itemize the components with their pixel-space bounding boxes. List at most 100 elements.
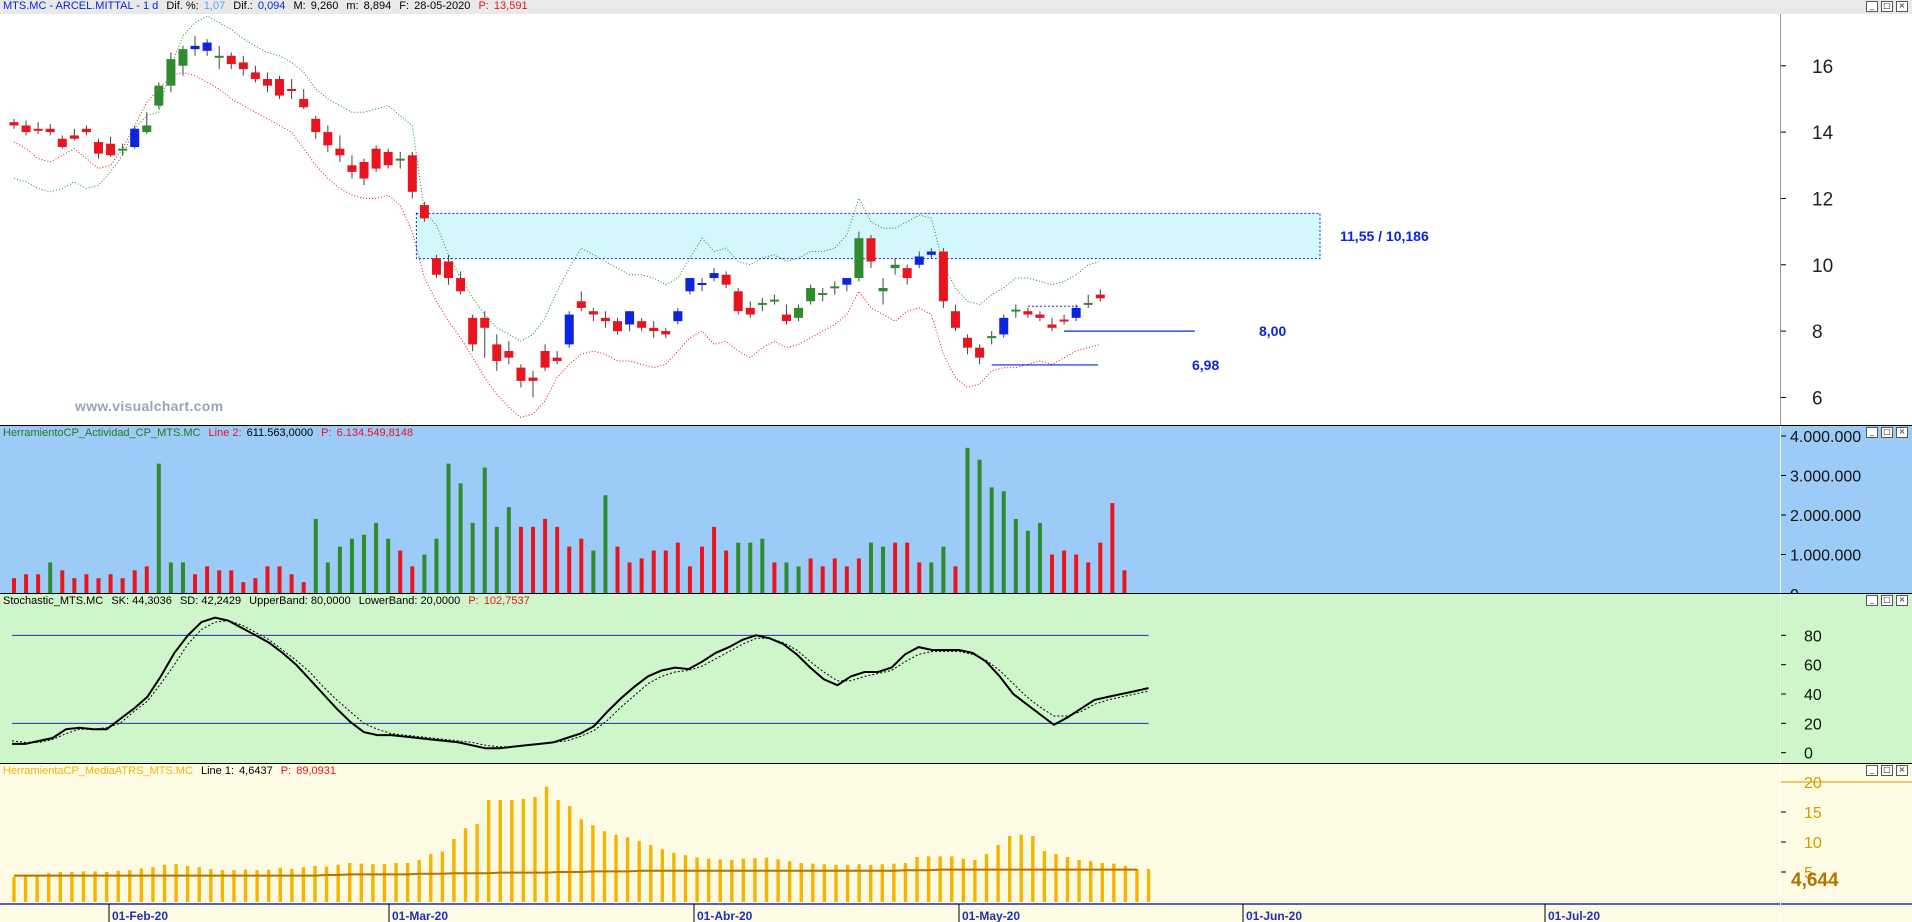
volume-bar xyxy=(1110,503,1115,593)
candle-body xyxy=(154,85,164,106)
candle xyxy=(1071,304,1081,322)
max-value: 9,260 xyxy=(310,0,339,12)
atr-average-line xyxy=(14,868,1137,877)
atr-bar xyxy=(359,863,364,902)
price-axis-label: 16 xyxy=(1812,57,1833,78)
atr-bar xyxy=(903,863,908,902)
volume-pane[interactable]: HerramientoCP_Actividad_CP_MTS.MC Line 2… xyxy=(0,426,1912,594)
atr-bar xyxy=(47,873,51,902)
candle-body xyxy=(697,283,707,286)
candle-body xyxy=(419,205,429,219)
candle-body xyxy=(130,128,140,148)
volume-bar xyxy=(844,566,849,593)
candle xyxy=(1095,289,1105,302)
candle xyxy=(250,65,260,83)
candle-body xyxy=(202,42,212,51)
price-pane[interactable]: MTS.MC - ARCEL.MITTAL - 1 d Dif. %: 1,07… xyxy=(0,0,1912,426)
atr-chart[interactable]: 51015204,64401-Feb-20 01-Mar-20 01-Abr-20 0… xyxy=(0,764,1912,922)
candle-body xyxy=(275,79,285,96)
candle-body xyxy=(625,311,635,325)
volume-bar xyxy=(989,487,994,593)
minimize-icon[interactable]: _ xyxy=(1866,1,1878,12)
candle xyxy=(45,123,55,136)
atr-bar xyxy=(660,849,665,902)
price-axis-separator xyxy=(1780,14,1781,425)
candle xyxy=(588,307,598,322)
volume-chart[interactable]: 4.000.000 3.000.000 2.000.000 1.000.000 0 xyxy=(0,426,1912,594)
atr-line-value: 4,6437 xyxy=(239,765,273,777)
candle-body xyxy=(118,148,128,151)
candle-body xyxy=(371,148,381,169)
candle xyxy=(480,311,490,358)
atr-bar xyxy=(521,798,526,902)
atr-bar xyxy=(243,869,248,902)
volume-bar xyxy=(808,558,813,593)
candle xyxy=(1035,311,1045,322)
candle-body xyxy=(673,311,683,322)
candle xyxy=(468,314,478,352)
atr-bar xyxy=(787,861,792,902)
volume-bar xyxy=(205,566,210,593)
candle-body xyxy=(552,357,562,361)
close-icon[interactable]: × xyxy=(1896,1,1908,12)
volume-bar xyxy=(615,546,620,593)
candle-body xyxy=(709,273,719,279)
restore-icon[interactable]: □ xyxy=(1881,1,1893,12)
candle xyxy=(262,72,272,93)
candle xyxy=(866,234,876,269)
volume-bar xyxy=(905,542,910,593)
price-chart[interactable]: 11,55 / 10,186 8,00 6,98 6 8 10 12 14 16 xyxy=(0,0,1912,426)
minimize-icon[interactable]: _ xyxy=(1866,595,1878,606)
volume-bar xyxy=(156,463,161,593)
candle-body xyxy=(685,278,695,292)
candle xyxy=(106,137,116,157)
atr-bar xyxy=(625,837,630,902)
candle-body xyxy=(1083,302,1093,305)
volume-window-controls: _ □ × xyxy=(1866,427,1908,438)
atr-axis-label: 15 xyxy=(1804,805,1822,822)
volume-bar xyxy=(893,542,898,593)
atr-last-value: 4,644 xyxy=(1791,870,1839,891)
candle-body xyxy=(1035,314,1045,318)
atr-bar xyxy=(486,800,491,902)
volume-bar xyxy=(784,562,789,593)
close-icon[interactable]: × xyxy=(1896,427,1908,438)
restore-icon[interactable]: □ xyxy=(1881,765,1893,776)
minimize-icon[interactable]: _ xyxy=(1866,765,1878,776)
close-icon[interactable]: × xyxy=(1896,765,1908,776)
atr-bar xyxy=(185,866,190,902)
volume-bar xyxy=(24,574,29,593)
restore-icon[interactable]: □ xyxy=(1881,427,1893,438)
stochastic-chart[interactable]: 0 20 40 60 80 xyxy=(0,594,1912,764)
atr-pane[interactable]: HerramientaCP_MediaATRS_MTS.MC Line 1: 4… xyxy=(0,764,1912,922)
atr-bar xyxy=(984,854,989,902)
candle-body xyxy=(359,161,369,179)
candle xyxy=(854,231,864,282)
atr-bar xyxy=(301,867,306,902)
stoch-pane[interactable]: Stochastic_MTS.MC SK: 44,3036 SD: 42,242… xyxy=(0,594,1912,764)
volume-bar xyxy=(36,574,41,593)
stoch-axis-label: 80 xyxy=(1804,628,1822,645)
minimize-icon[interactable]: _ xyxy=(1866,427,1878,438)
volume-bar xyxy=(748,542,753,593)
candle xyxy=(902,264,912,285)
candle xyxy=(938,248,948,308)
date-axis-label: 01-Abr-20 xyxy=(697,909,753,922)
candle xyxy=(709,268,719,282)
candle-body xyxy=(721,274,731,285)
candle xyxy=(238,55,248,76)
atr-bar xyxy=(267,869,271,902)
atr-bar xyxy=(649,845,653,902)
restore-icon[interactable]: □ xyxy=(1881,595,1893,606)
close-icon[interactable]: × xyxy=(1896,595,1908,606)
volume-bar xyxy=(627,562,632,593)
volume-bar xyxy=(482,467,487,593)
atr-bar xyxy=(753,858,757,902)
volume-bar xyxy=(446,463,451,593)
volume-bar xyxy=(965,447,970,593)
candle-body xyxy=(866,238,876,262)
atr-bar xyxy=(440,851,445,902)
candle-body xyxy=(431,258,441,275)
atr-bar xyxy=(695,857,699,902)
candle-body xyxy=(1095,294,1105,299)
